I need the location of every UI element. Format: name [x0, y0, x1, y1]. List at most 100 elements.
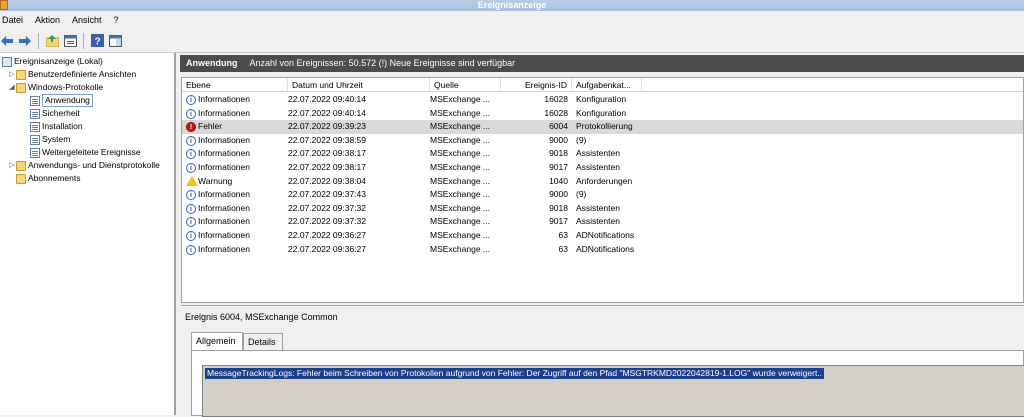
tree-item-label: Anwendungs- und Dienstprotokolle: [28, 160, 160, 170]
tree-item-abonnements[interactable]: Abonnements: [0, 172, 174, 185]
tree-expander-icon[interactable]: ▷: [8, 159, 16, 172]
cell-id: 16028: [544, 107, 568, 118]
cell-level: Informationen: [198, 189, 250, 200]
warning-icon: [186, 175, 198, 186]
cell-source: MSExchange ...: [430, 107, 491, 118]
table-row[interactable]: i Informationen 22.07.2022 09:37:43 MSExcha…: [182, 188, 1023, 202]
show-pane-icon[interactable]: [108, 34, 122, 48]
tree-expander-icon[interactable]: ▷: [8, 68, 16, 81]
cell-source: MSExchange ...: [430, 175, 491, 186]
info-icon: i: [186, 244, 196, 255]
details-title: Ereignis 6004, MSExchange Common: [185, 312, 338, 322]
info-icon: i: [186, 231, 196, 241]
log-icon: [30, 122, 40, 132]
cell-task: Assistenten: [576, 202, 620, 213]
cell-date: 22.07.2022 09:40:14: [288, 94, 366, 104]
cell-level: Informationen: [198, 202, 250, 213]
menu-help[interactable]: ?: [114, 15, 119, 25]
back-arrow-icon[interactable]: [0, 34, 14, 48]
title-bar: Ereignisanzeige: [0, 0, 1024, 11]
event-message-text[interactable]: MessageTrackingLogs: Fehler beim Schreib…: [205, 368, 825, 379]
cell-date: 22.07.2022 09:36:27: [288, 243, 366, 254]
cell-date: 22.07.2022 09:38:17: [288, 148, 366, 159]
tab-details[interactable]: Details: [243, 333, 283, 350]
column-header-ereignis-id[interactable]: Ereignis-ID: [501, 78, 572, 92]
error-icon: !: [186, 122, 196, 133]
table-row[interactable]: i Informationen 22.07.2022 09:36:27 MSExcha…: [182, 229, 1023, 243]
tree-item-label: Ereignisanzeige (Lokal): [14, 56, 103, 66]
cell-level: Warnung: [198, 175, 233, 186]
log-icon: [30, 109, 40, 119]
cell-task: Anforderungen: [576, 175, 633, 186]
tab-allgemein[interactable]: Allgemein: [191, 332, 243, 350]
info-icon: i: [186, 217, 196, 228]
column-header-quelle[interactable]: Quelle: [430, 78, 501, 92]
cell-level: Informationen: [198, 134, 250, 145]
table-row[interactable]: i Informationen 22.07.2022 09:40:14 MSExcha…: [182, 107, 1023, 121]
cell-source: MSExchange ...: [430, 121, 491, 132]
tree-item-installation[interactable]: Installation: [0, 120, 174, 133]
menu-aktion[interactable]: Aktion: [35, 15, 60, 25]
cell-id: 9018: [549, 202, 568, 213]
tree-item-label: Installation: [42, 121, 83, 131]
tree-item-weitergeleitete-ereignisse[interactable]: Weitergeleitete Ereignisse: [0, 146, 174, 159]
table-row[interactable]: i Informationen 22.07.2022 09:38:17 MSExcha…: [182, 161, 1023, 175]
info-icon: i: [186, 108, 196, 119]
folder-up-icon[interactable]: [45, 34, 59, 48]
table-row[interactable]: ! Warnung 22.07.2022 09:38:04 MSExchange ..…: [182, 175, 1023, 189]
tree-item-label: Weitergeleitete Ereignisse: [42, 147, 141, 157]
info-icon: i: [186, 135, 196, 146]
table-row[interactable]: i Informationen 22.07.2022 09:38:59 MSExcha…: [182, 134, 1023, 148]
table-row[interactable]: i Informationen 22.07.2022 09:38:17 MSExcha…: [182, 147, 1023, 161]
menu-bar: Datei Aktion Ansicht ?: [0, 11, 1024, 29]
cell-level: Informationen: [198, 162, 250, 172]
properties-icon[interactable]: [63, 34, 77, 48]
folder-icon: [16, 83, 26, 93]
navigation-tree: Ereignisanzeige (Lokal) ▷ Benutzerdefinier…: [0, 53, 176, 415]
tree-item-ereignisanzeige-lokal[interactable]: Ereignisanzeige (Lokal): [0, 55, 174, 68]
svg-text:?: ?: [94, 37, 100, 48]
column-header-ebene[interactable]: Ebene: [182, 78, 288, 92]
cell-date: 22.07.2022 09:38:17: [288, 162, 366, 172]
menu-ansicht[interactable]: Ansicht: [72, 15, 102, 25]
cell-source: MSExchange ...: [430, 230, 491, 240]
log-icon: [30, 96, 40, 106]
folder-icon: [16, 70, 26, 80]
event-message-box[interactable]: MessageTrackingLogs: Fehler beim Schreib…: [202, 365, 1024, 417]
tree-item-benutzerdefinierte-ansichten[interactable]: ▷ Benutzerdefinierte Ansichten: [0, 68, 174, 81]
toolbar-separator: [83, 32, 84, 49]
table-row[interactable]: ! Fehler 22.07.2022 09:39:23 MSExchange ...…: [182, 120, 1023, 134]
cell-date: 22.07.2022 09:37:43: [288, 189, 366, 200]
cell-level: Informationen: [198, 243, 250, 254]
help-icon[interactable]: ?: [90, 34, 104, 48]
tree-item-system[interactable]: System: [0, 133, 174, 146]
tab-allgemein-content: MessageTrackingLogs: Fehler beim Schreib…: [191, 350, 1024, 417]
cell-date: 22.07.2022 09:36:27: [288, 230, 366, 240]
table-row[interactable]: i Informationen 22.07.2022 09:37:32 MSExcha…: [182, 202, 1023, 216]
column-header-datum[interactable]: Datum und Uhrzeit: [288, 78, 430, 92]
tree-item-sicherheit[interactable]: Sicherheit: [0, 107, 174, 120]
tree-item-windows-protokolle[interactable]: ◢ Windows-Protokolle: [0, 81, 174, 94]
table-row[interactable]: i Informationen 22.07.2022 09:37:32 MSExcha…: [182, 215, 1023, 229]
tree-item-anwendung[interactable]: Anwendung: [0, 94, 174, 107]
cell-id: 63: [558, 230, 568, 240]
cell-id: 16028: [544, 94, 568, 104]
table-row[interactable]: i Informationen 22.07.2022 09:36:27 MSExcha…: [182, 243, 1023, 257]
cell-id: 9000: [549, 134, 568, 145]
cell-task: Protokollierung: [576, 121, 633, 132]
tree-item-anwendungs-und-dienstprotokolle[interactable]: ▷ Anwendungs- und Dienstprotokolle: [0, 159, 174, 172]
column-header-aufgabenkategorie[interactable]: Aufgabenkat...: [572, 78, 642, 92]
tree-item-label: Sicherheit: [42, 108, 80, 118]
tree-item-label: Abonnements: [28, 173, 81, 183]
cell-id: 9017: [549, 216, 568, 227]
window-title: Ereignisanzeige: [477, 0, 547, 10]
forward-arrow-icon[interactable]: [18, 34, 32, 48]
cell-date: 22.07.2022 09:39:23: [288, 121, 366, 132]
info-icon: i: [186, 203, 196, 214]
table-row[interactable]: i Informationen 22.07.2022 09:40:14 MSExcha…: [182, 93, 1023, 107]
cell-level: Informationen: [198, 94, 250, 104]
cell-task: Konfiguration: [576, 107, 627, 118]
tree-expander-icon[interactable]: ◢: [8, 81, 16, 94]
menu-datei[interactable]: Datei: [2, 15, 23, 25]
toolbar: ?: [0, 29, 1024, 53]
